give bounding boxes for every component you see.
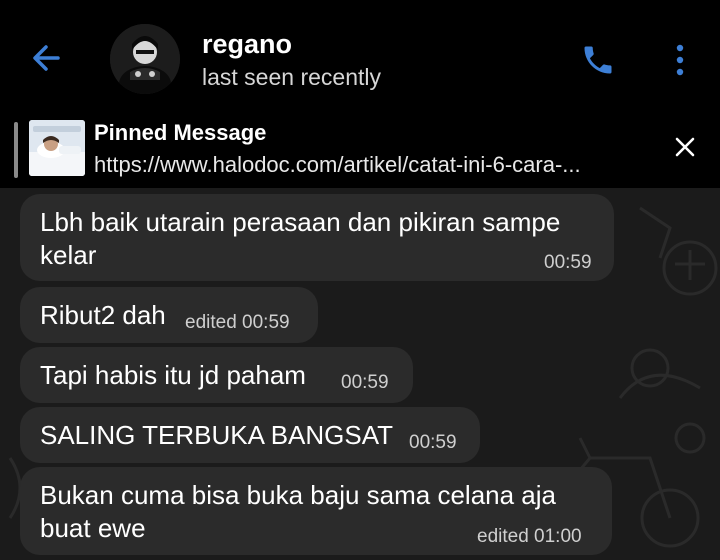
chat-area[interactable]: Lbh baik utarain perasaan dan pikiran sa… bbox=[0, 188, 720, 560]
pinned-message-title: Pinned Message bbox=[94, 120, 267, 145]
message-bubble[interactable]: SALING TERBUKA BANGSAT 00:59 bbox=[20, 407, 480, 463]
message-text-line: Bukan cuma bisa buka baju sama celana aj… bbox=[40, 480, 556, 510]
last-seen-status: last seen recently bbox=[202, 64, 381, 90]
message-bubble[interactable]: Ribut2 dah edited 00:59 bbox=[20, 287, 318, 343]
chat-header: regano last seen recently bbox=[0, 0, 720, 112]
message-time: 00:59 bbox=[544, 252, 592, 273]
pinned-message-bar[interactable]: Pinned Message https://www.halodoc.com/a… bbox=[0, 112, 720, 188]
contact-name[interactable]: regano bbox=[202, 29, 292, 60]
message-bubble[interactable]: Lbh baik utarain perasaan dan pikiran sa… bbox=[20, 194, 614, 281]
phone-icon[interactable] bbox=[580, 42, 616, 78]
avatar[interactable] bbox=[110, 24, 180, 94]
message-time: edited 00:59 bbox=[185, 312, 290, 333]
message-bubble[interactable]: Bukan cuma bisa buka baju sama celana aj… bbox=[20, 467, 612, 555]
pinned-message-text: https://www.halodoc.com/artikel/catat-in… bbox=[94, 152, 581, 177]
message-text-line: Lbh baik utarain perasaan dan pikiran sa… bbox=[40, 207, 561, 237]
arrow-left-icon[interactable] bbox=[28, 38, 68, 78]
message-bubble[interactable]: Tapi habis itu jd paham 00:59 bbox=[20, 347, 413, 403]
pinned-accent-bar bbox=[14, 122, 18, 178]
message-text: Tapi habis itu jd paham bbox=[40, 360, 306, 390]
message-text: Ribut2 dah bbox=[40, 300, 166, 330]
message-time: edited 01:00 bbox=[477, 526, 582, 547]
avatar-image bbox=[110, 24, 180, 94]
message-time: 00:59 bbox=[409, 432, 457, 453]
message-time: 00:59 bbox=[341, 372, 389, 393]
pinned-thumbnail bbox=[29, 120, 85, 176]
message-text: Lbh baik utarain perasaan dan pikiran sa… bbox=[40, 206, 560, 272]
more-vertical-icon[interactable] bbox=[670, 42, 690, 78]
close-icon[interactable] bbox=[670, 132, 700, 162]
message-text: SALING TERBUKA BANGSAT bbox=[40, 420, 394, 450]
message-text-line: kelar bbox=[40, 240, 97, 270]
